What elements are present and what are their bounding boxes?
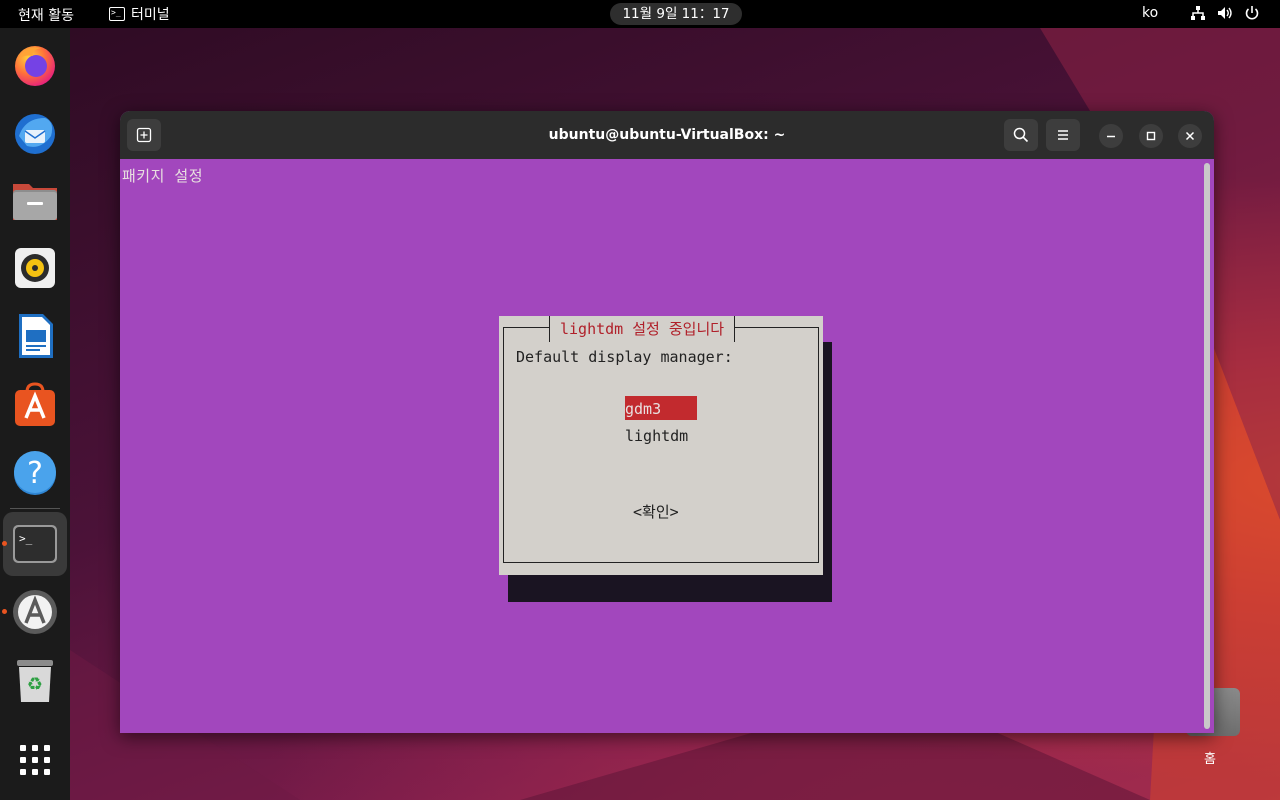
help-icon: ? <box>14 451 56 495</box>
svg-text:♻: ♻ <box>27 674 43 695</box>
dock: ? >_ ♻ <box>0 28 70 800</box>
network-icon <box>1191 6 1205 20</box>
dialog-prompt: Default display manager: <box>516 348 733 366</box>
close-button[interactable] <box>1178 124 1202 148</box>
maximize-icon <box>1146 131 1156 141</box>
minimize-icon <box>1107 135 1115 138</box>
search-icon <box>1013 127 1029 143</box>
libreoffice-writer-icon <box>19 314 53 358</box>
home-folder-label: 홈 <box>1204 752 1216 767</box>
top-bar: 현재 활동 >_ 터미널 11월 9일 11：17 ko <box>0 0 1280 28</box>
search-button[interactable] <box>1004 119 1038 151</box>
thunderbird-icon <box>15 114 55 154</box>
menu-button[interactable] <box>1046 119 1080 151</box>
volume-icon <box>1218 7 1232 19</box>
input-language-indicator[interactable]: ko <box>1142 5 1158 21</box>
option-gdm3[interactable]: gdm3 <box>625 396 697 420</box>
package-config-title: 패키지 설정 <box>122 167 204 185</box>
dialog-title: lightdm 설정 중입니다 <box>549 316 736 342</box>
minimize-button[interactable] <box>1099 124 1123 148</box>
svg-text:>_: >_ <box>19 532 33 545</box>
terminal-titlebar[interactable]: ubuntu@ubuntu-VirtualBox: ~ <box>120 111 1214 159</box>
dock-files[interactable] <box>3 168 67 232</box>
rhythmbox-icon <box>15 248 55 288</box>
show-apps-icon <box>20 745 50 775</box>
firefox-icon <box>15 46 55 86</box>
dock-help[interactable]: ? <box>3 440 67 504</box>
terminal-scrollbar[interactable] <box>1204 163 1210 729</box>
close-icon <box>1185 131 1195 141</box>
hamburger-menu-icon <box>1058 130 1068 140</box>
dock-firefox[interactable] <box>3 32 67 96</box>
clock[interactable]: 11월 9일 11：17 <box>610 3 742 25</box>
svg-text:?: ? <box>27 456 43 491</box>
power-icon <box>1245 6 1259 20</box>
dock-thunderbird[interactable] <box>3 100 67 164</box>
app-menu[interactable]: >_ 터미널 <box>109 4 170 24</box>
maximize-button[interactable] <box>1139 124 1163 148</box>
app-center-icon <box>15 382 55 426</box>
dock-app-center[interactable] <box>3 372 67 436</box>
terminal-content[interactable]: 패키지 설정 lightdm 설정 중입니다 Default display m… <box>120 159 1214 733</box>
software-updater-icon <box>13 590 57 634</box>
files-icon <box>13 184 57 220</box>
trash-icon: ♻ <box>17 660 53 702</box>
dock-software-updater[interactable] <box>2 580 67 644</box>
dock-rhythmbox[interactable] <box>3 236 67 300</box>
dock-show-apps[interactable] <box>3 728 67 792</box>
terminal-icon: >_ <box>13 525 57 563</box>
system-tray[interactable] <box>1190 5 1260 21</box>
terminal-small-icon: >_ <box>109 7 125 21</box>
option-lightdm[interactable]: lightdm <box>625 424 688 448</box>
dock-libreoffice-writer[interactable] <box>3 304 67 368</box>
terminal-window[interactable]: ubuntu@ubuntu-VirtualBox: ~ 패키지 설정 light… <box>120 111 1214 733</box>
app-menu-label: 터미널 <box>131 7 170 23</box>
dock-separator <box>10 508 60 509</box>
activities-button[interactable]: 현재 활동 <box>18 5 74 25</box>
running-indicator <box>2 541 7 546</box>
ok-button[interactable]: <확인> <box>633 500 679 524</box>
dock-trash[interactable]: ♻ <box>3 648 67 712</box>
dock-terminal[interactable]: >_ <box>2 512 67 576</box>
debconf-dialog[interactable]: lightdm 설정 중입니다 Default display manager:… <box>499 316 823 575</box>
running-indicator <box>2 609 7 614</box>
